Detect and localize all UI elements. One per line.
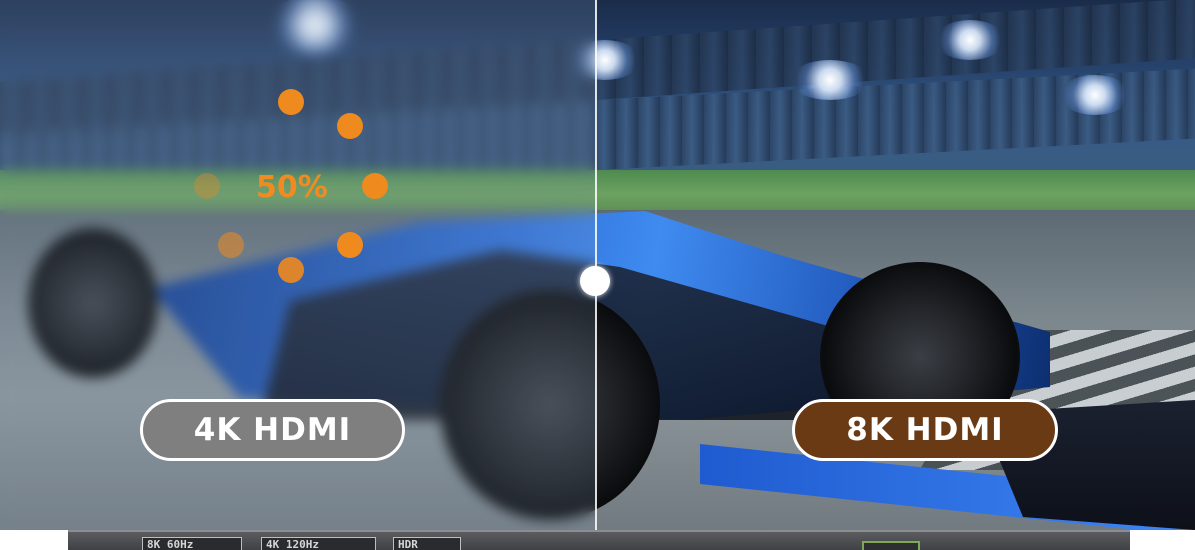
device-indicator [862,541,920,550]
stadium-light [790,60,870,100]
comparison-image: 50% 4K HDMI 8K HDMI [0,0,1195,550]
badge-8k-hdmi: 8K HDMI [792,399,1058,461]
divider-handle[interactable] [580,266,610,296]
loading-percent-text: 50% [256,170,328,205]
spec-label: 4K 120Hz [261,537,376,550]
stadium-light [1060,75,1130,115]
stadium-light [935,20,1005,60]
spinner-dot [362,173,388,199]
comparison-divider[interactable] [595,0,597,530]
spinner-dot [337,232,363,258]
spinner-dot [194,173,220,199]
spec-label: HDR [393,537,461,550]
spinner-dot [218,232,244,258]
spinner-dot [278,89,304,115]
spinner-dot [337,113,363,139]
badge-4k-hdmi: 4K HDMI [140,399,405,461]
spec-label: 8K 60Hz [142,537,242,550]
spinner-dot [278,257,304,283]
